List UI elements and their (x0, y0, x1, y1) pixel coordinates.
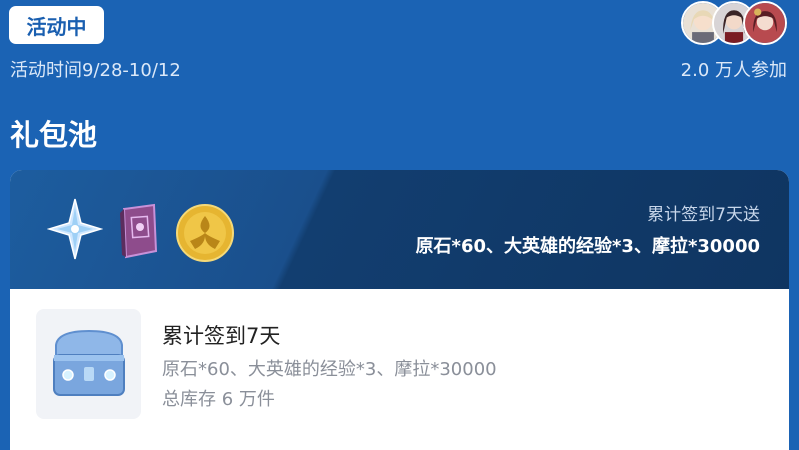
participant-count: 2.0 万人参加 (680, 60, 787, 81)
participant-avatars[interactable] (681, 1, 791, 47)
item-description: 原石*60、大英雄的经验*3、摩拉*30000 (162, 359, 497, 380)
gift-item-card[interactable]: 累计签到7天 原石*60、大英雄的经验*3、摩拉*30000 总库存 6 万件 (10, 289, 789, 450)
heros-wit-book-icon (114, 203, 160, 259)
reward-banner: 累计签到7天送 原石*60、大英雄的经验*3、摩拉*30000 (10, 170, 789, 289)
avatar (743, 1, 787, 45)
treasure-chest-icon (46, 323, 132, 405)
status-badge: 活动中 (9, 6, 104, 44)
banner-subtitle: 累计签到7天送 (647, 205, 760, 225)
section-title: 礼包池 (10, 118, 98, 152)
mora-coin-icon (175, 203, 235, 263)
item-title: 累计签到7天 (162, 324, 281, 348)
item-thumbnail (36, 309, 141, 419)
activity-time: 活动时间9/28-10/12 (10, 60, 181, 81)
primogem-icon (47, 197, 103, 261)
gift-pool-panel: 累计签到7天送 原石*60、大英雄的经验*3、摩拉*30000 累计签到7天 原… (10, 170, 789, 450)
item-stock: 总库存 6 万件 (162, 389, 275, 410)
banner-rewards: 原石*60、大英雄的经验*3、摩拉*30000 (415, 236, 760, 257)
